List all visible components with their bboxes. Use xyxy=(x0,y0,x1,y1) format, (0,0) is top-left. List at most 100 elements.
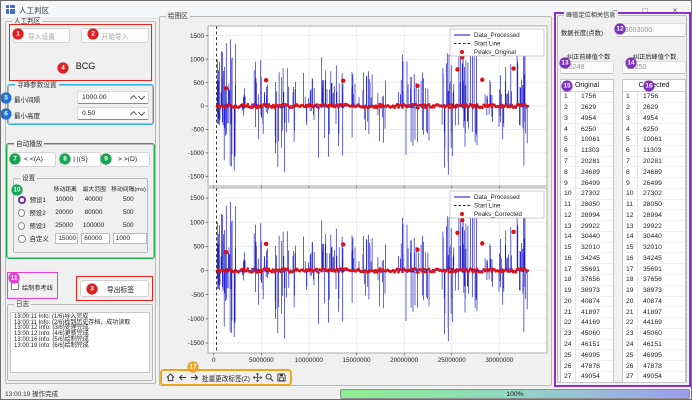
table-row[interactable]: 1837656 xyxy=(561,275,613,286)
peak-info-group-label: 峰值定位相关信息 xyxy=(564,11,618,20)
table-row[interactable]: 2446151 xyxy=(623,340,685,351)
row-value: 34245 xyxy=(576,253,600,263)
row-value: 45060 xyxy=(638,329,662,339)
table-row[interactable]: 22629 xyxy=(623,103,685,114)
table-row[interactable]: 2749054 xyxy=(623,372,685,383)
home-icon[interactable] xyxy=(166,373,175,382)
table-row[interactable]: 2345060 xyxy=(623,329,685,340)
original-peaks-table[interactable]: Original11756226293495446250510061611303… xyxy=(560,79,614,383)
table-row[interactable]: 2040874 xyxy=(561,297,613,308)
row-index: 19 xyxy=(623,286,638,296)
table-row[interactable]: 46250 xyxy=(561,124,613,135)
spin-down-icon[interactable] xyxy=(139,95,144,100)
table-row[interactable]: 1128050 xyxy=(623,200,685,211)
table-row[interactable]: 1430440 xyxy=(561,232,613,243)
table-row[interactable]: 46250 xyxy=(623,124,685,135)
table-row[interactable]: 1735691 xyxy=(561,264,613,275)
table-row[interactable]: 22629 xyxy=(561,103,613,114)
custom-value-input[interactable]: 60000 xyxy=(81,233,110,244)
table-row[interactable]: 2749054 xyxy=(561,372,613,383)
batch-edit-label-button[interactable]: 批量更改标签(Z) xyxy=(202,373,250,383)
table-row[interactable]: 2446151 xyxy=(561,340,613,351)
table-row[interactable]: 824689 xyxy=(561,167,613,178)
row-value: 41897 xyxy=(638,307,662,317)
corrected-peaks-table[interactable]: Corrected1175622629349544625051006161130… xyxy=(622,79,686,383)
table-row[interactable]: 1532010 xyxy=(623,243,685,254)
table-row[interactable]: 2647878 xyxy=(623,361,685,372)
custom-value-input[interactable]: 15000 xyxy=(55,233,78,244)
row-value: 27302 xyxy=(576,189,600,199)
table-row[interactable]: 1430440 xyxy=(623,232,685,243)
table-row[interactable]: 1027302 xyxy=(561,189,613,200)
preset-radio-2[interactable] xyxy=(18,209,25,217)
table-row[interactable]: 926499 xyxy=(623,178,685,189)
table-row[interactable]: 611303 xyxy=(561,146,613,157)
preset-radio-4[interactable] xyxy=(18,235,26,243)
table-row[interactable]: 2546995 xyxy=(623,350,685,361)
table-row[interactable]: 1128050 xyxy=(561,200,613,211)
row-value: 24689 xyxy=(638,167,662,177)
table-row[interactable]: 34954 xyxy=(623,114,685,125)
data-length-field[interactable]: 33003000 xyxy=(616,23,686,37)
row-index: 10 xyxy=(561,189,576,199)
preset-radio-1[interactable] xyxy=(18,196,26,204)
table-row[interactable]: 611303 xyxy=(623,146,685,157)
table-row[interactable]: 2546995 xyxy=(561,350,613,361)
zoom-icon[interactable] xyxy=(265,373,274,382)
table-row[interactable]: 2244169 xyxy=(623,318,685,329)
window-title: 人工判区 xyxy=(19,5,49,16)
charts-canvas[interactable]: -1500-1000-500050010001500Data_Processed… xyxy=(159,18,552,364)
svg-text:-1000: -1000 xyxy=(188,150,205,157)
row-index: 20 xyxy=(561,297,576,307)
table-row[interactable]: 720281 xyxy=(561,157,613,168)
table-row[interactable]: 1837656 xyxy=(623,275,685,286)
table-row[interactable]: 1532010 xyxy=(561,243,613,254)
min-height-spinbox[interactable]: 0.50 xyxy=(77,107,149,120)
table-row[interactable]: 2345060 xyxy=(561,329,613,340)
table-row[interactable]: 2244169 xyxy=(561,318,613,329)
annotation-badge-7: 7 xyxy=(10,154,21,165)
table-row[interactable]: 2141897 xyxy=(623,307,685,318)
row-value: 40874 xyxy=(576,297,600,307)
row-index: 26 xyxy=(623,361,638,371)
preset-value: 500 xyxy=(110,209,147,216)
annotation-badge-17: 17 xyxy=(188,362,199,373)
back-icon[interactable] xyxy=(178,373,187,382)
pan-icon[interactable] xyxy=(253,373,262,382)
table-row[interactable]: 2141897 xyxy=(561,307,613,318)
autoplay-next-button[interactable]: > >(D) xyxy=(105,152,150,167)
row-value: 38973 xyxy=(576,286,600,296)
svg-text:1500: 1500 xyxy=(190,33,205,40)
table-row[interactable]: 824689 xyxy=(623,167,685,178)
min-interval-spinbox[interactable]: 1000.00 xyxy=(77,91,149,104)
table-row[interactable]: 11756 xyxy=(561,92,613,103)
table-row[interactable]: 1735691 xyxy=(623,264,685,275)
table-row[interactable]: 1228994 xyxy=(623,210,685,221)
table-row[interactable]: 1938973 xyxy=(623,286,685,297)
table-row[interactable]: 510061 xyxy=(623,135,685,146)
table-row[interactable]: 2040874 xyxy=(623,297,685,308)
table-row[interactable]: 720281 xyxy=(623,157,685,168)
table-row[interactable]: 1329922 xyxy=(623,221,685,232)
table-row[interactable]: 11756 xyxy=(623,92,685,103)
table-row[interactable]: 510061 xyxy=(561,135,613,146)
spin-down-icon[interactable] xyxy=(139,111,144,116)
custom-value-input[interactable]: 1000 xyxy=(113,233,147,244)
spin-up-icon[interactable] xyxy=(131,111,136,116)
table-row[interactable]: 926499 xyxy=(561,178,613,189)
annotation-badge-14: 14 xyxy=(626,58,637,69)
table-row[interactable]: 2647878 xyxy=(561,361,613,372)
forward-icon[interactable] xyxy=(190,373,199,382)
table-row[interactable]: 1938973 xyxy=(561,286,613,297)
table-row[interactable]: 1634245 xyxy=(561,253,613,264)
save-icon[interactable] xyxy=(277,373,286,382)
table-row[interactable]: 1634245 xyxy=(623,253,685,264)
table-row[interactable]: 34954 xyxy=(561,114,613,125)
preset-radio-3[interactable] xyxy=(18,222,25,230)
log-area[interactable]: 13:00:11 Info: (1/6)导入完成13:00:11 Info: (… xyxy=(10,312,150,373)
table-row[interactable]: 1027302 xyxy=(623,189,685,200)
table-row[interactable]: 1329922 xyxy=(561,221,613,232)
row-index: 5 xyxy=(561,135,576,145)
spin-up-icon[interactable] xyxy=(131,95,136,100)
table-row[interactable]: 1228994 xyxy=(561,210,613,221)
